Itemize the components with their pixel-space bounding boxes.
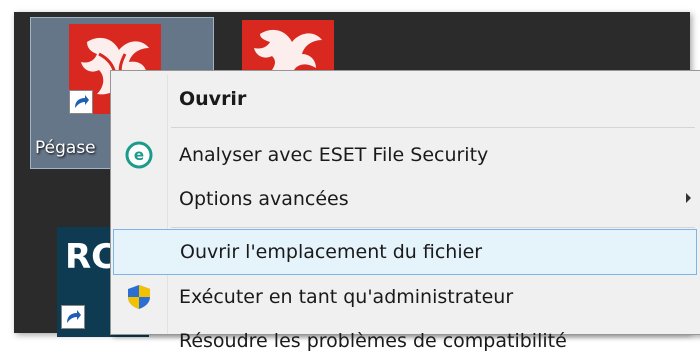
menu-item-troubleshoot-compat[interactable]: Résoudre les problèmes de compatibilité <box>113 319 697 363</box>
menu-separator <box>171 227 695 228</box>
svg-text:e: e <box>134 146 144 164</box>
menu-item-label: Analyser avec ESET File Security <box>179 144 489 166</box>
shortcut-arrow-icon <box>69 90 93 114</box>
menu-item-label: Ouvrir <box>179 88 247 110</box>
shortcut-arrow-icon <box>61 305 85 329</box>
menu-item-label: Ouvrir l'emplacement du fichier <box>180 241 483 263</box>
menu-item-open-file-location[interactable]: Ouvrir l'emplacement du fichier <box>113 229 697 275</box>
menu-item-advanced-options[interactable]: Options avancées <box>113 177 697 221</box>
menu-separator <box>171 127 695 128</box>
menu-item-label: Exécuter en tant qu'administrateur <box>179 286 514 308</box>
submenu-arrow-icon <box>686 193 691 203</box>
menu-item-open[interactable]: Ouvrir <box>113 77 697 121</box>
rc-logo-text: RC <box>65 237 117 277</box>
menu-item-eset-scan[interactable]: e Analyser avec ESET File Security <box>113 133 697 177</box>
desktop-icon-label: Pégase <box>35 138 96 158</box>
eset-icon: e <box>125 141 153 169</box>
uac-shield-icon <box>125 283 153 311</box>
context-menu: Ouvrir e Analyser avec ESET File Securit… <box>110 70 700 352</box>
screenshot-frame: Pégase RC Ouvrir e Analyser avec ESET Fi… <box>0 0 700 352</box>
menu-item-label: Options avancées <box>179 188 349 210</box>
menu-item-label: Résoudre les problèmes de compatibilité <box>179 330 567 352</box>
menu-item-run-as-admin[interactable]: Exécuter en tant qu'administrateur <box>113 275 697 319</box>
